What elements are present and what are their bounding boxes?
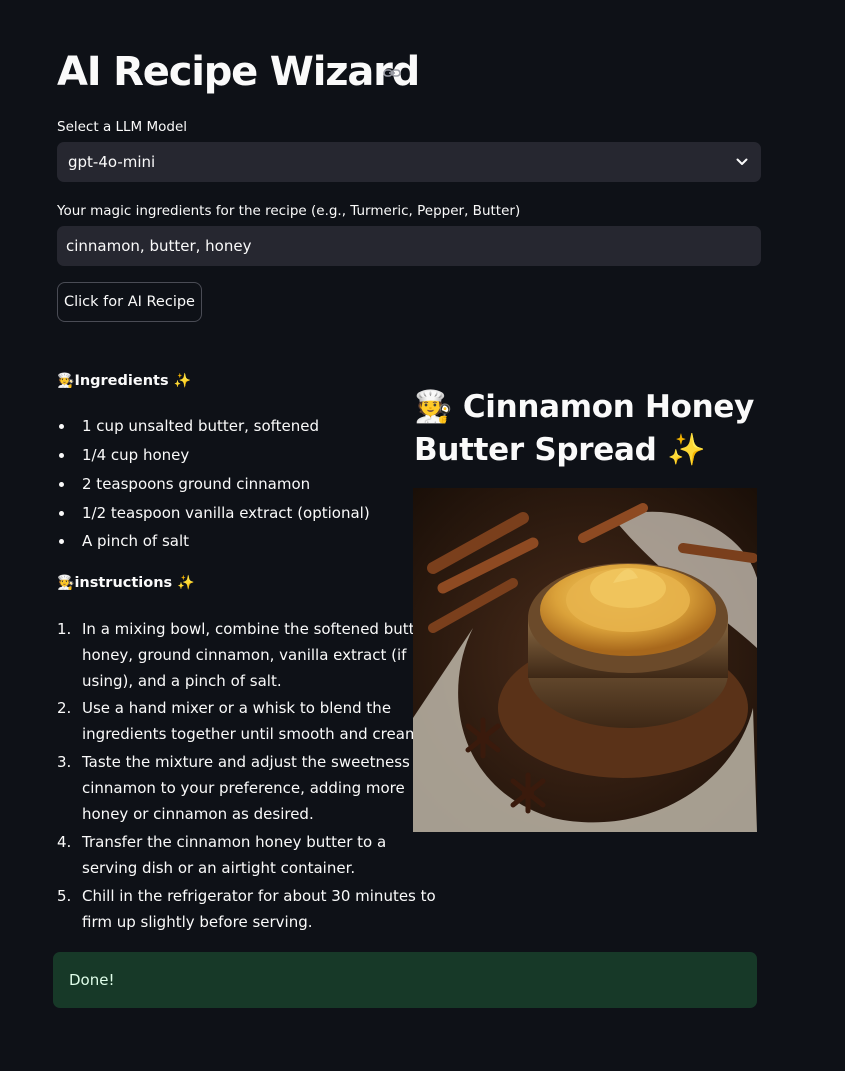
chef-emoji: 🧑‍🍳 [57, 575, 75, 591]
recipe-image [413, 488, 757, 832]
list-item: 3. Taste the mixture and adjust the swee… [57, 753, 430, 823]
page-title: AI Recipe Wizard [57, 49, 420, 95]
chef-emoji: 🧑‍🍳 [57, 373, 75, 389]
list-item: 1/4 cup honey [59, 442, 189, 468]
ingredients-input-label: Your magic ingredients for the recipe (e… [57, 203, 521, 219]
list-item: 4. Transfer the cinnamon honey butter to… [57, 833, 387, 877]
success-alert: Done! [53, 952, 757, 1008]
ingredients-heading-text: Ingredients [74, 373, 169, 389]
instructions-heading-text: instructions [74, 575, 173, 591]
chevron-down-icon [736, 158, 748, 165]
list-item: 1. In a mixing bowl, combine the softene… [57, 620, 435, 690]
list-item: A pinch of salt [59, 528, 189, 554]
list-item: 2. Use a hand mixer or a whisk to blend … [57, 699, 432, 743]
chef-emoji: 🧑‍🍳 [414, 389, 453, 425]
model-select-label: Select a LLM Model [57, 119, 188, 135]
sparkles-emoji: ✨ [173, 373, 192, 389]
model-select[interactable]: gpt-4o-mini [57, 142, 761, 182]
list-item: 1/2 teaspoon vanilla extract (optional) [59, 500, 370, 526]
list-item: 5. Chill in the refrigerator for about 3… [57, 887, 436, 931]
list-item: 2 teaspoons ground cinnamon [59, 471, 310, 497]
sparkles-emoji: ✨ [666, 432, 706, 468]
ingredients-input[interactable]: cinnamon, butter, honey [57, 226, 761, 266]
ingredients-heading: 🧑‍🍳Ingredients ✨ [57, 371, 191, 391]
instructions-heading: 🧑‍🍳instructions ✨ [57, 573, 195, 593]
sparkles-emoji: ✨ [177, 575, 195, 591]
generate-recipe-button[interactable]: Click for AI Recipe [57, 282, 202, 322]
model-select-value: gpt-4o-mini [68, 153, 156, 171]
list-item: 1 cup unsalted butter, softened [59, 413, 319, 439]
link-icon[interactable] [383, 66, 401, 80]
recipe-title: 🧑‍🍳 Cinnamon Honey Butter Spread ✨ [414, 389, 755, 468]
